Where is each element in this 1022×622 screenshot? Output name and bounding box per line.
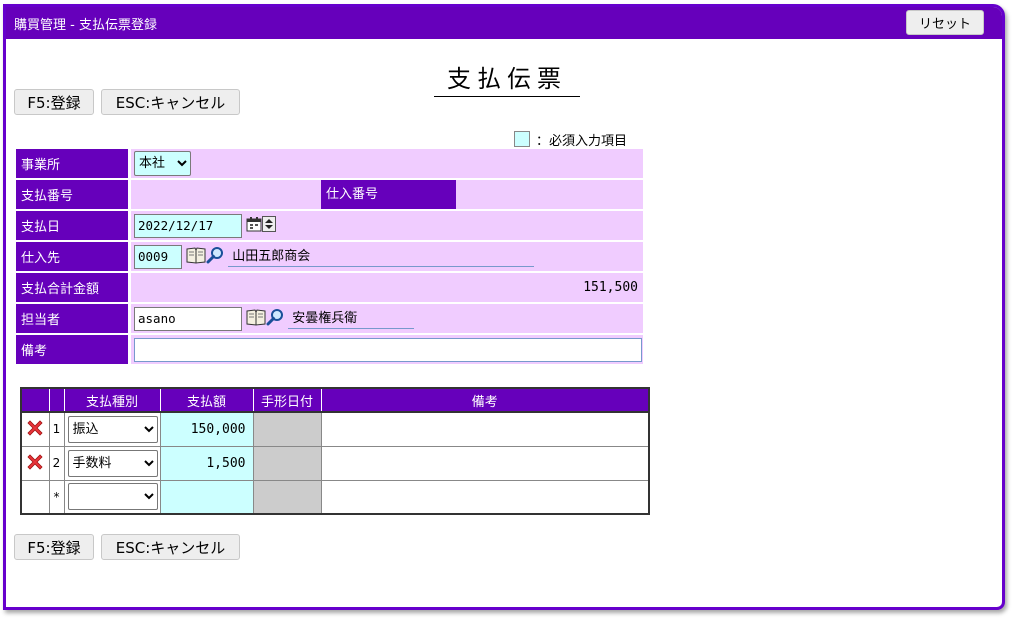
date-stepper-icon[interactable] (262, 215, 277, 236)
grid-header-date: 手形日付 (252, 387, 322, 413)
amount-cell[interactable]: 150,000 (159, 411, 254, 447)
grid-header-type: 支払種別 (63, 387, 161, 413)
note-date-cell (252, 479, 322, 515)
office-select[interactable]: 本社 (134, 151, 191, 176)
window-title: 購買管理 - 支払伝票登録 (14, 18, 157, 33)
office-label: 事業所 (16, 149, 128, 178)
row-number: 1 (48, 411, 65, 447)
required-swatch (514, 131, 530, 147)
supplier-label: 仕入先 (16, 242, 128, 271)
grid-header-cell (20, 387, 50, 413)
row-total: 支払合計金額 151,500 (16, 273, 643, 302)
row-payment-no: 支払番号 仕入番号 (16, 180, 643, 209)
amount-cell[interactable] (159, 479, 254, 515)
app-window: 購買管理 - 支払伝票登録 リセット 支払伝票 F5:登録 ESC:キャンセル … (3, 4, 1005, 610)
purchase-no-label: 仕入番号 (321, 180, 456, 209)
memo-cell[interactable] (320, 445, 650, 481)
memo-input[interactable] (134, 337, 642, 362)
supplier-name: 山田五郎商会 (228, 245, 535, 267)
grid-header-amount: 支払額 (159, 387, 254, 413)
payment-type-select[interactable] (67, 483, 158, 511)
amount-cell[interactable]: 1,500 (159, 445, 254, 481)
grid-header: 支払種別 支払額 手形日付 備考 (20, 387, 650, 413)
table-row: 1 振込 150,000 (20, 411, 650, 447)
delete-icon[interactable] (25, 452, 45, 475)
calendar-icon[interactable] (246, 216, 262, 236)
staff-code-input[interactable] (134, 306, 242, 331)
save-button-top[interactable]: F5:登録 (14, 89, 94, 115)
total-label: 支払合計金額 (16, 273, 128, 302)
page-title: 支払伝票 (434, 59, 580, 97)
grid-header-cell (48, 387, 65, 413)
table-row-new: * (20, 479, 650, 515)
header-form: 事業所 本社 支払番号 仕入番号 支払日 2022/12/17 仕入先 0009… (16, 147, 643, 366)
book-lookup-icon[interactable] (186, 246, 206, 268)
cancel-button-bottom[interactable]: ESC:キャンセル (101, 534, 240, 560)
grid-header-memo: 備考 (320, 387, 650, 413)
title-bar: 購買管理 - 支払伝票登録 リセット (6, 7, 1002, 39)
reset-button[interactable]: リセット (906, 10, 984, 35)
payment-date-input[interactable] (134, 213, 242, 238)
memo-cell[interactable] (320, 479, 650, 515)
staff-label: 担当者 (16, 304, 128, 333)
row-staff: 担当者 安曇権兵衛 (16, 304, 643, 333)
row-number: 2 (48, 445, 65, 481)
supplier-code-input[interactable] (134, 244, 182, 269)
delete-icon[interactable] (25, 418, 45, 441)
search-icon[interactable] (266, 308, 284, 330)
cancel-button-top[interactable]: ESC:キャンセル (101, 89, 240, 115)
payment-no-label: 支払番号 (16, 180, 128, 209)
required-legend: ：必須入力項目 (514, 131, 628, 149)
note-date-cell (252, 445, 322, 481)
search-icon[interactable] (206, 246, 224, 268)
payment-type-select[interactable]: 手数料 (67, 449, 158, 477)
required-legend-text: ：必須入力項目 (536, 133, 628, 149)
memo-label: 備考 (16, 335, 128, 364)
row-payment-date: 支払日 (16, 211, 643, 240)
memo-cell[interactable] (320, 411, 650, 447)
row-supplier: 仕入先 山田五郎商会 (16, 242, 643, 271)
table-row: 2 手数料 1,500 (20, 445, 650, 481)
note-date-cell (252, 411, 322, 447)
row-number: * (48, 479, 65, 515)
staff-name: 安曇権兵衛 (288, 307, 415, 329)
detail-grid: 支払種別 支払額 手形日付 備考 1 振込 150,000 2 手数料 1,50… (20, 387, 650, 515)
payment-type-select[interactable]: 振込 (67, 415, 158, 443)
book-lookup-icon[interactable] (246, 308, 266, 330)
row-memo: 備考 (16, 335, 643, 364)
total-value: 151,500 (131, 273, 643, 302)
row-office: 事業所 本社 (16, 149, 643, 178)
save-button-bottom[interactable]: F5:登録 (14, 534, 94, 560)
payment-date-label: 支払日 (16, 211, 128, 240)
purchase-no-value (456, 187, 462, 202)
